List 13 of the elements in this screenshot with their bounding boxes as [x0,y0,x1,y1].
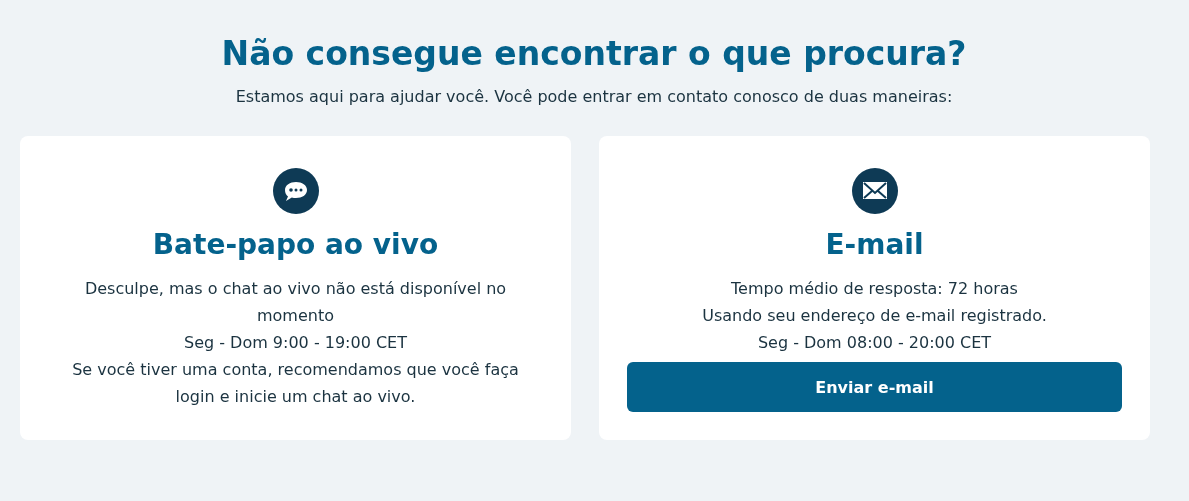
info-text: Seg - Dom 9:00 - 19:00 CET [183,332,408,354]
page-heading: Não consegue encontrar o que procura? [220,34,968,73]
subheading-text: Estamos aqui para ajudar você. Você pode entrar em contato conosco de duas maneiras: [234,87,954,106]
info-text: Desculpe, mas o chat ao vivo não está disponível no momento [83,278,508,327]
send-email-button[interactable]: Enviar e-mail [627,362,1122,412]
card-title: Bate-papo ao vivo [152,228,439,261]
info-text: Se você tiver uma conta, recomendamos que você faça login e inicie um chat ao vivo. [71,359,520,408]
card-title: E-mail [825,228,924,261]
envelope-icon [851,168,898,214]
info-text: Tempo médio de resposta: 72 horas [730,278,1019,300]
info-text: Usando seu endereço de e-mail registrado. [702,305,1047,327]
info-text: Seg - Dom 08:00 - 20:00 CET [756,332,993,354]
chat-bubble-icon [272,168,319,214]
